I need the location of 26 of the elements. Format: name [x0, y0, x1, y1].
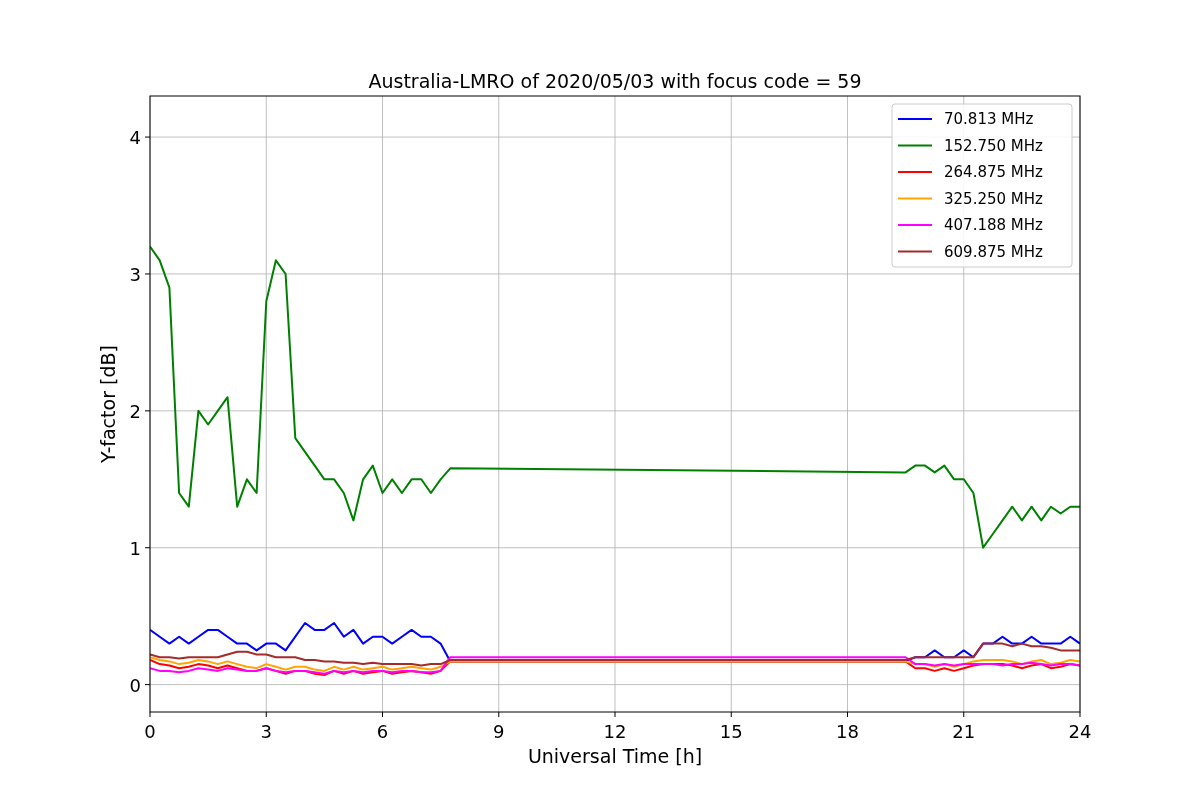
legend-swatch — [897, 250, 933, 253]
x-tick-label: 24 — [1068, 721, 1092, 742]
legend-label: 70.813 MHz — [944, 110, 1034, 128]
x-tick-label: 15 — [719, 721, 743, 742]
legend-label: 325.250 MHz — [944, 189, 1043, 208]
y-axis-label: Y-factor [dB] — [97, 345, 119, 463]
legend-label: 609.875 MHz — [944, 242, 1043, 261]
legend-swatch — [897, 197, 933, 200]
x-tick-label: 9 — [493, 721, 505, 742]
y-tick-label: 0 — [129, 674, 141, 696]
x-tick-label: 3 — [260, 721, 272, 742]
y-tick-label: 3 — [129, 263, 141, 285]
x-tick-label: 12 — [603, 721, 627, 742]
x-tick-label: 6 — [376, 721, 389, 742]
legend-label: 407.188 MHz — [944, 216, 1043, 234]
x-tick-label: 21 — [952, 721, 976, 742]
legend-swatch — [897, 144, 933, 147]
x-tick-label: 0 — [144, 721, 156, 742]
legend-label: 152.750 MHz — [944, 136, 1043, 155]
y-tick-label: 4 — [129, 127, 141, 149]
x-tick-label: 18 — [836, 721, 859, 742]
y-tick-label: 2 — [129, 400, 141, 422]
y-tick-label: 1 — [129, 537, 141, 559]
legend-label: 264.875 MHz — [944, 163, 1043, 181]
x-axis-label: Universal Time [h] — [527, 745, 703, 767]
chart-title: Australia-LMRO of 2020/05/03 with focus code = 59 — [368, 70, 862, 92]
